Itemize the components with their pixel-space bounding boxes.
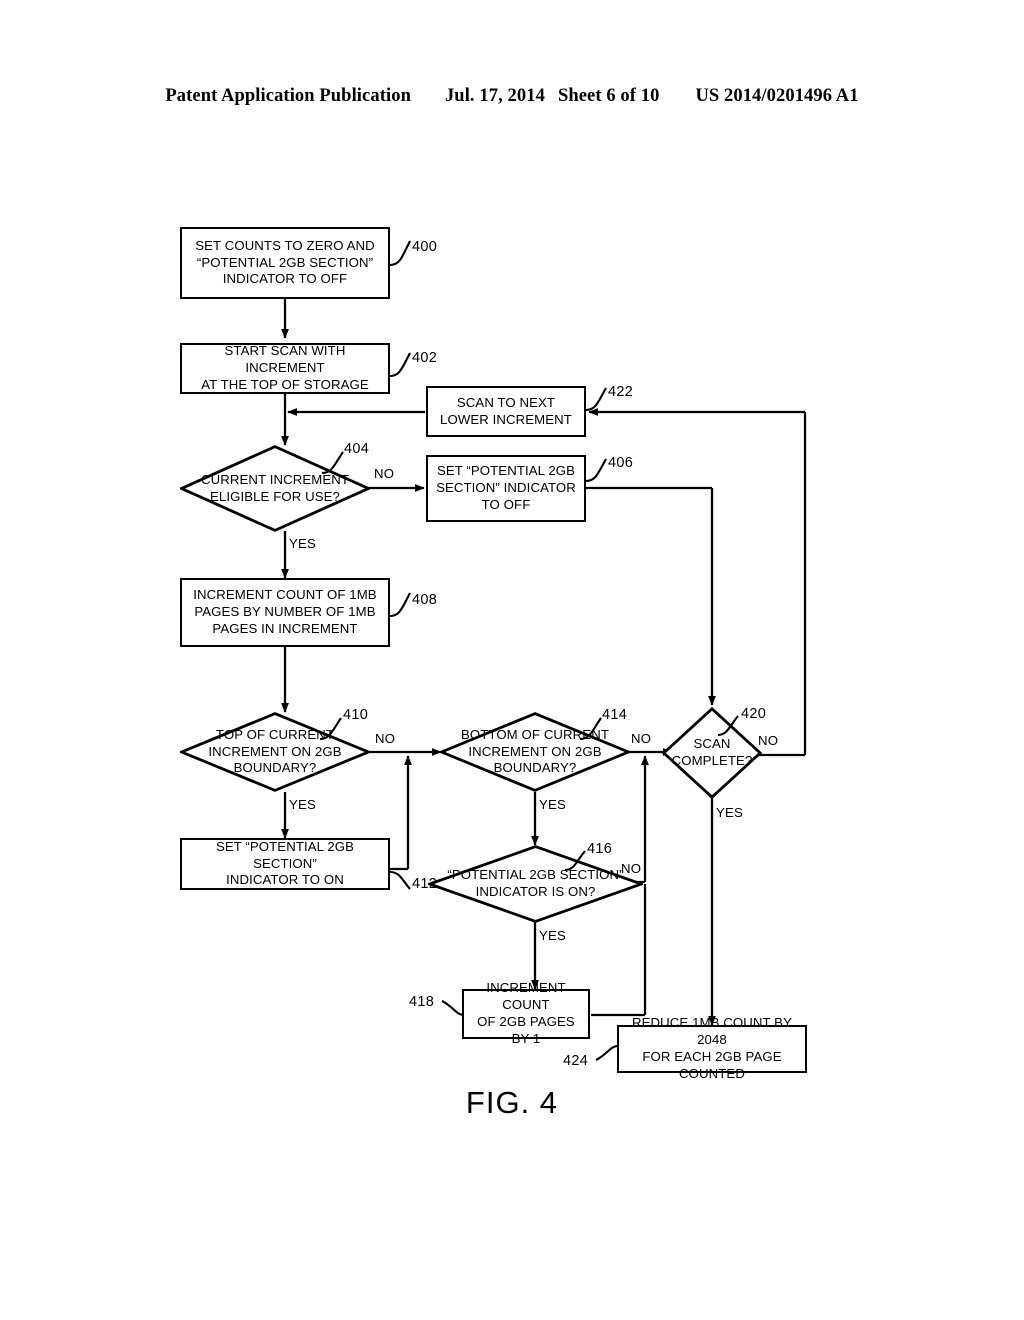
ref-number-408: 408 bbox=[412, 592, 438, 608]
node-404-line-3: FOR USE? bbox=[273, 488, 340, 504]
ref-number-422: 422 bbox=[608, 384, 634, 400]
node-408-line-3: PAGES IN INCREMENT bbox=[212, 620, 358, 636]
node-416-text: “POTENTIAL 2GB SECTION” INDICATOR IS ON? bbox=[447, 867, 623, 901]
node-420-text: SCAN COMPLETE? bbox=[662, 736, 762, 770]
node-424-line-1: REDUCE 1MB COUNT BY 2048 bbox=[632, 1015, 792, 1048]
node-400-line-1: SET COUNTS TO ZERO AND bbox=[195, 237, 375, 253]
branch-label-404-no: NO bbox=[374, 466, 395, 481]
node-424-line-2: FOR EACH 2GB PAGE COUNTED bbox=[642, 1049, 782, 1081]
node-424-reduce-1mb-count: REDUCE 1MB COUNT BY 2048 FOR EACH 2GB PA… bbox=[617, 1015, 807, 1081]
branch-label-404-yes: YES bbox=[289, 536, 316, 551]
figure-caption: FIG. 4 bbox=[465, 1085, 559, 1120]
node-408-line-2: PAGES BY NUMBER OF 1MB bbox=[194, 604, 376, 620]
node-410-line-1: TOP OF bbox=[215, 726, 266, 742]
node-406-line-1: SET “POTENTIAL 2GB bbox=[436, 463, 576, 479]
branch-label-420-yes: YES bbox=[716, 805, 743, 820]
ref-number-420: 420 bbox=[741, 706, 767, 722]
node-402-start-scan: START SCAN WITH INCREMENT AT THE TOP OF … bbox=[180, 343, 390, 394]
node-406-line-2: SECTION” INDICATOR bbox=[436, 480, 576, 496]
ref-number-414: 414 bbox=[602, 707, 628, 723]
node-422-scan-to-next-lower-increment: SCAN TO NEXT LOWER INCREMENT bbox=[426, 386, 586, 437]
node-418-line-2: OF 2GB PAGES BY 1 bbox=[477, 1014, 575, 1046]
node-408-increment-1mb-count: INCREMENT COUNT OF 1MB PAGES BY NUMBER O… bbox=[180, 578, 390, 647]
branch-label-410-yes: YES bbox=[289, 797, 316, 812]
branch-label-416-no: NO bbox=[621, 861, 642, 876]
node-410-text: TOP OF CURRENT INCREMENT ON 2GB BOUNDARY… bbox=[201, 727, 349, 778]
ref-number-424: 424 bbox=[563, 1053, 589, 1069]
node-404-text: CURRENT INCREMENT ELIGIBLE FOR USE? bbox=[201, 472, 349, 506]
flowchart-connectors bbox=[281, 299, 807, 1026]
branch-label-410-no: NO bbox=[375, 731, 396, 746]
node-420-line-2: COMPLETE? bbox=[671, 753, 753, 768]
node-400-line-2: “POTENTIAL 2GB SECTION” bbox=[196, 254, 374, 270]
ref-number-400: 400 bbox=[412, 239, 438, 255]
branch-label-414-yes: YES bbox=[539, 797, 566, 812]
ref-number-404: 404 bbox=[344, 441, 370, 457]
patent-page: Patent Application Publication Jul. 17, … bbox=[0, 0, 1024, 1320]
node-412-line-2: INDICATOR TO ON bbox=[226, 872, 344, 888]
node-418-increment-2gb-count: INCREMENT COUNT OF 2GB PAGES BY 1 bbox=[462, 980, 590, 1046]
node-408-line-1: INCREMENT COUNT OF 1MB bbox=[193, 587, 377, 603]
flowchart-figure: SET COUNTS TO ZERO AND “POTENTIAL 2GB SE… bbox=[0, 0, 1024, 1320]
ref-number-418: 418 bbox=[409, 994, 435, 1010]
node-412-line-1: SET “POTENTIAL 2GB SECTION” bbox=[215, 838, 355, 871]
ref-number-410: 410 bbox=[343, 707, 369, 723]
branch-label-414-no: NO bbox=[631, 731, 652, 746]
node-414-text: BOTTOM OF CURRENT INCREMENT ON 2GB BOUND… bbox=[461, 727, 609, 778]
node-406-line-3: TO OFF bbox=[481, 496, 531, 512]
node-402-line-1: START SCAN WITH INCREMENT bbox=[224, 343, 346, 376]
branch-label-416-yes: YES bbox=[539, 928, 566, 943]
node-416-line-3: IS ON? bbox=[551, 884, 596, 899]
node-420-line-1: SCAN bbox=[693, 736, 731, 752]
node-422-line-1: SCAN TO NEXT bbox=[456, 394, 556, 410]
node-404-line-1: CURRENT bbox=[201, 471, 266, 487]
node-414-line-1: BOTTOM OF bbox=[461, 726, 541, 742]
ref-number-416: 416 bbox=[587, 841, 613, 857]
ref-leader-424 bbox=[595, 1044, 619, 1061]
ref-number-402: 402 bbox=[412, 350, 438, 366]
node-400-set-counts-to-zero: SET COUNTS TO ZERO AND “POTENTIAL 2GB SE… bbox=[180, 227, 390, 299]
node-400-line-3: INDICATOR TO OFF bbox=[222, 271, 348, 287]
node-402-line-2: AT THE TOP OF STORAGE bbox=[201, 376, 369, 392]
node-406-set-indicator-off: SET “POTENTIAL 2GB SECTION” INDICATOR TO… bbox=[426, 455, 586, 522]
ref-number-406: 406 bbox=[608, 455, 634, 471]
node-422-line-2: LOWER INCREMENT bbox=[440, 411, 572, 427]
node-416-line-1: “POTENTIAL bbox=[447, 867, 526, 883]
node-412-set-indicator-on: SET “POTENTIAL 2GB SECTION” INDICATOR TO… bbox=[180, 838, 390, 890]
ref-leader-418 bbox=[441, 1000, 465, 1017]
node-418-line-1: INCREMENT COUNT bbox=[486, 980, 566, 1013]
